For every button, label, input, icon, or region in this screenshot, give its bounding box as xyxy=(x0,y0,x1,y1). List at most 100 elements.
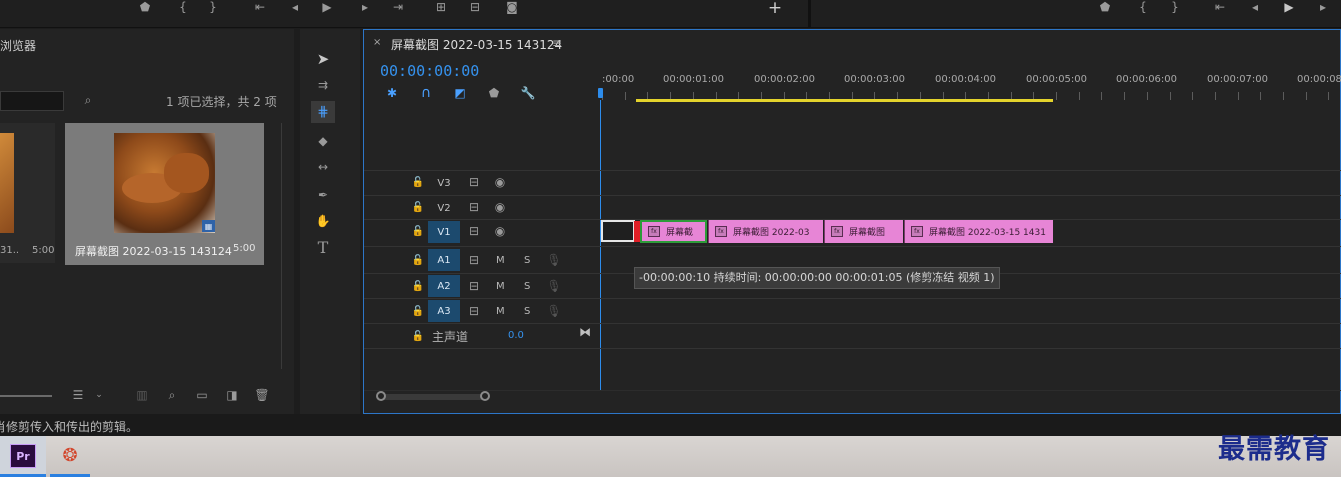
linked-selection-icon[interactable]: ◩ xyxy=(452,85,468,101)
scroll-handle-left[interactable] xyxy=(376,391,386,401)
track-label-v1[interactable]: V1 xyxy=(428,221,460,243)
thumbnail-partial[interactable]: 31... 5:00 xyxy=(0,123,55,263)
scroll-handle-right[interactable] xyxy=(480,391,490,401)
selection-status: 1 项已选择，共 2 项 xyxy=(166,95,277,109)
track-label-a1[interactable]: A1 xyxy=(428,249,460,271)
play-icon[interactable]: ▶ xyxy=(1282,0,1296,14)
panel-title[interactable]: 浏览器 xyxy=(0,37,36,54)
lock-icon[interactable]: 🔓 xyxy=(411,224,425,238)
sequence-tab[interactable]: 屏幕截图 2022-03-15 143124 xyxy=(391,36,562,53)
sync-lock-icon[interactable]: ⊟ xyxy=(466,200,482,214)
zoom-slider[interactable] xyxy=(0,395,52,397)
clip-2[interactable]: fx 屏幕截图 2022-03 xyxy=(708,220,823,243)
horizontal-scrollbar[interactable] xyxy=(379,394,487,400)
taskbar-premiere-button[interactable]: Pr xyxy=(0,436,46,477)
lock-icon[interactable]: 🔓 xyxy=(411,279,425,293)
trash-icon[interactable]: 🗑 xyxy=(254,387,270,403)
solo-button[interactable]: S xyxy=(524,281,530,292)
lock-icon[interactable]: 🔓 xyxy=(411,253,425,267)
slip-tool-icon[interactable]: ↔ xyxy=(311,157,335,177)
snap-icon[interactable]: ∩ xyxy=(418,85,434,101)
marker-icon[interactable]: ⬟ xyxy=(1098,0,1112,14)
clip-1[interactable]: fx 屏幕截 xyxy=(640,220,707,243)
work-area-bar[interactable] xyxy=(636,99,1053,102)
lock-icon[interactable]: 🔓 xyxy=(411,175,425,189)
add-marker-icon[interactable]: ⬟ xyxy=(486,85,502,101)
track-label-a3[interactable]: A3 xyxy=(428,300,460,322)
tab-close-button[interactable]: × xyxy=(373,37,381,48)
eye-icon[interactable]: ◉ xyxy=(492,224,508,238)
new-bin-icon[interactable]: ▭ xyxy=(194,387,210,403)
new-item-icon[interactable]: ◨ xyxy=(224,387,240,403)
insert-icon[interactable]: ⊞ xyxy=(432,0,450,14)
camera-icon[interactable]: ◙ xyxy=(504,0,520,14)
solo-button[interactable]: S xyxy=(524,306,530,317)
tab-menu-icon[interactable]: ≡ xyxy=(552,36,562,50)
sync-lock-icon[interactable]: ⊟ xyxy=(466,253,482,267)
lock-icon[interactable]: 🔓 xyxy=(411,200,425,214)
pen-tool-icon[interactable]: ✒ xyxy=(313,185,333,205)
sort-icon[interactable]: ☰ xyxy=(70,387,86,403)
clip-4[interactable]: fx 屏幕截图 2022-03-15 1431 xyxy=(904,220,1053,243)
step-forward-icon[interactable]: ▸ xyxy=(358,0,372,14)
search-input[interactable] xyxy=(0,91,64,111)
play-icon[interactable]: ▶ xyxy=(320,0,334,14)
lock-icon[interactable]: 🔓 xyxy=(411,304,425,318)
automate-icon[interactable]: ▥ xyxy=(134,387,150,403)
playhead-timecode[interactable]: 00:00:00:00 xyxy=(380,62,479,80)
find-icon[interactable]: ⌕ xyxy=(164,387,180,403)
playhead-line[interactable] xyxy=(600,100,601,390)
panel-border xyxy=(281,123,282,369)
eye-icon[interactable]: ◉ xyxy=(492,200,508,214)
lock-icon[interactable]: 🔓 xyxy=(411,329,425,343)
ripple-edit-tool-icon[interactable]: ⋕ xyxy=(311,101,335,123)
track-select-tool-icon[interactable]: ⇉ xyxy=(313,75,333,95)
nest-toggle-icon[interactable]: ✱ xyxy=(384,85,400,101)
taskbar-app-button[interactable]: ❂ xyxy=(50,436,90,477)
marker-icon[interactable]: ⬟ xyxy=(138,0,152,14)
eye-icon[interactable]: ◉ xyxy=(492,175,508,189)
add-button-icon[interactable]: + xyxy=(766,0,784,18)
gap-selection[interactable] xyxy=(601,220,635,242)
mark-in-icon[interactable]: { xyxy=(176,0,190,14)
trim-tooltip: -00:00:00:10 持续时间: 00:00:00:00 00:00:01:… xyxy=(634,267,1000,289)
step-forward-icon[interactable]: ▸ xyxy=(1316,0,1330,14)
sync-lock-icon[interactable]: ⊟ xyxy=(466,304,482,318)
go-to-out-icon[interactable]: ⇥ xyxy=(390,0,406,14)
go-to-end-icon[interactable]: ⧓ xyxy=(578,325,592,339)
track-label-a2[interactable]: A2 xyxy=(428,275,460,297)
type-tool-icon[interactable]: T xyxy=(313,237,333,257)
razor-tool-icon[interactable]: ◆ xyxy=(313,131,333,151)
overwrite-icon[interactable]: ⊟ xyxy=(466,0,484,14)
selection-tool-icon[interactable]: ➤ xyxy=(313,49,333,69)
sync-lock-icon[interactable]: ⊟ xyxy=(466,175,482,189)
mute-button[interactable]: M xyxy=(496,281,505,292)
sync-lock-icon[interactable]: ⊟ xyxy=(466,224,482,238)
master-volume-value[interactable]: 0.0 xyxy=(508,330,524,341)
go-to-in-icon[interactable]: ⇤ xyxy=(252,0,268,14)
track-label-v3[interactable]: V3 xyxy=(428,172,460,194)
solo-button[interactable]: S xyxy=(524,255,530,266)
find-icon[interactable]: ⌕ xyxy=(80,92,96,108)
wrench-icon[interactable]: 🔧 xyxy=(520,85,536,101)
mark-in-icon[interactable]: { xyxy=(1136,0,1150,14)
mark-out-icon[interactable]: } xyxy=(1168,0,1182,14)
step-back-icon[interactable]: ◂ xyxy=(1248,0,1262,14)
hand-tool-icon[interactable]: ✋ xyxy=(313,211,333,231)
go-to-in-icon[interactable]: ⇤ xyxy=(1212,0,1228,14)
track-label-v2[interactable]: V2 xyxy=(428,197,460,219)
step-back-icon[interactable]: ◂ xyxy=(288,0,302,14)
thumbnail-selected[interactable]: ▦ 屏幕截图 2022-03-15 143124 5:00 xyxy=(65,123,264,265)
mark-out-icon[interactable]: } xyxy=(206,0,220,14)
clip-3[interactable]: fx 屏幕截图 xyxy=(824,220,903,243)
track-v3[interactable] xyxy=(364,171,1341,195)
ruler-tick xyxy=(1328,92,1329,100)
fx-badge-icon: fx xyxy=(831,226,843,237)
mute-button[interactable]: M xyxy=(496,255,505,266)
microphone-icon[interactable]: 🎙 xyxy=(546,279,561,293)
chevron-down-icon[interactable]: ⌄ xyxy=(94,389,104,401)
sync-lock-icon[interactable]: ⊟ xyxy=(466,279,482,293)
microphone-icon[interactable]: 🎙 xyxy=(546,253,561,267)
mute-button[interactable]: M xyxy=(496,306,505,317)
microphone-icon[interactable]: 🎙 xyxy=(546,304,561,318)
